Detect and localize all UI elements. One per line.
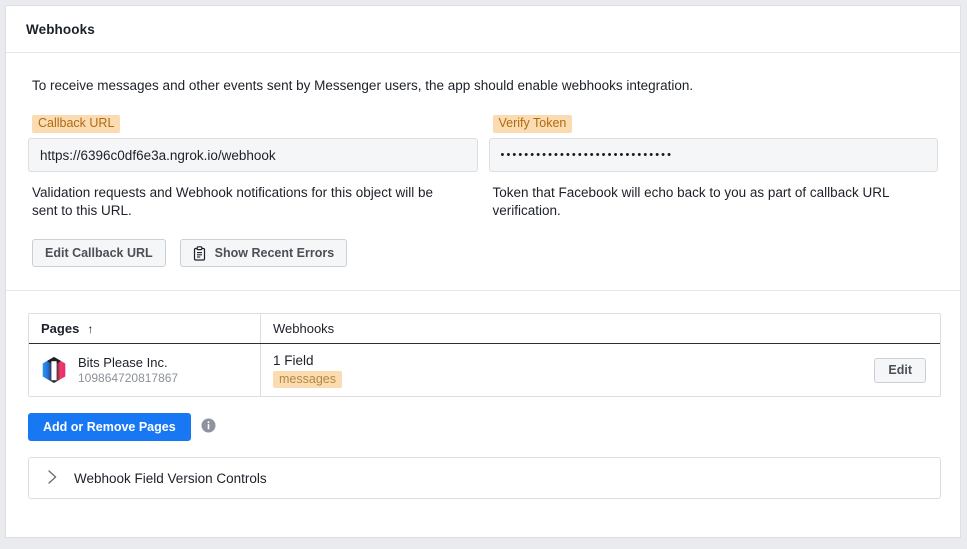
add-pages-row: Add or Remove Pages	[28, 413, 938, 441]
verify-token-label: Verify Token	[493, 115, 573, 133]
table-header-row: Pages ↑ Webhooks	[29, 314, 940, 344]
page-title: Webhooks	[26, 22, 95, 37]
webhooks-card: Webhooks To receive messages and other e…	[5, 5, 961, 538]
pages-table: Pages ↑ Webhooks	[28, 313, 941, 397]
show-recent-errors-button[interactable]: Show Recent Errors	[180, 239, 347, 267]
card-header: Webhooks	[6, 6, 960, 53]
callback-url-label-wrap: Callback URL	[32, 115, 478, 133]
edit-row-button[interactable]: Edit	[874, 358, 926, 383]
clipboard-icon	[193, 246, 206, 261]
callback-actions: Edit Callback URL Show Recent Errors	[32, 239, 938, 267]
webhook-field-version-controls-accordion[interactable]: Webhook Field Version Controls	[28, 457, 941, 499]
webhooks-cell: 1 Field messages Edit	[261, 344, 940, 396]
page-avatar-icon	[41, 356, 67, 384]
webhooks-config-section: To receive messages and other events sen…	[6, 53, 960, 291]
page-cell: Bits Please Inc. 109864720817867	[29, 344, 261, 396]
intro-text: To receive messages and other events sen…	[32, 77, 938, 95]
chevron-right-icon	[47, 469, 58, 488]
sort-ascending-icon: ↑	[87, 323, 93, 335]
webhook-fields: 1 Field messages	[273, 352, 342, 388]
page-name: Bits Please Inc.	[78, 355, 178, 370]
show-recent-errors-label: Show Recent Errors	[215, 246, 334, 260]
verify-token-label-wrap: Verify Token	[493, 115, 939, 133]
callback-url-input[interactable]	[28, 138, 478, 172]
column-header-webhooks-label: Webhooks	[273, 321, 334, 336]
add-or-remove-pages-button[interactable]: Add or Remove Pages	[28, 413, 191, 441]
page-id: 109864720817867	[78, 371, 178, 386]
callback-url-column: Callback URL Validation requests and Web…	[28, 115, 478, 220]
edit-callback-url-label: Edit Callback URL	[45, 246, 153, 260]
accordion-label: Webhook Field Version Controls	[74, 471, 267, 486]
info-icon[interactable]	[201, 418, 216, 436]
callback-url-label: Callback URL	[32, 115, 120, 133]
table-row: Bits Please Inc. 109864720817867 1 Field…	[29, 344, 940, 396]
callback-url-help: Validation requests and Webhook notifica…	[32, 184, 478, 220]
verify-token-input[interactable]	[489, 138, 939, 172]
column-header-pages-label: Pages	[41, 321, 79, 336]
verify-token-help: Token that Facebook will echo back to yo…	[493, 184, 939, 220]
webhook-field-name-badge: messages	[273, 371, 342, 388]
verify-token-column: Verify Token Token that Facebook will ec…	[489, 115, 939, 220]
page-info: Bits Please Inc. 109864720817867	[78, 355, 178, 386]
pages-section: Pages ↑ Webhooks	[6, 291, 960, 499]
column-header-webhooks: Webhooks	[261, 314, 940, 343]
webhook-field-count: 1 Field	[273, 352, 342, 369]
column-header-pages[interactable]: Pages ↑	[29, 314, 261, 343]
fields-row: Callback URL Validation requests and Web…	[28, 115, 938, 220]
edit-callback-url-button[interactable]: Edit Callback URL	[32, 239, 166, 267]
